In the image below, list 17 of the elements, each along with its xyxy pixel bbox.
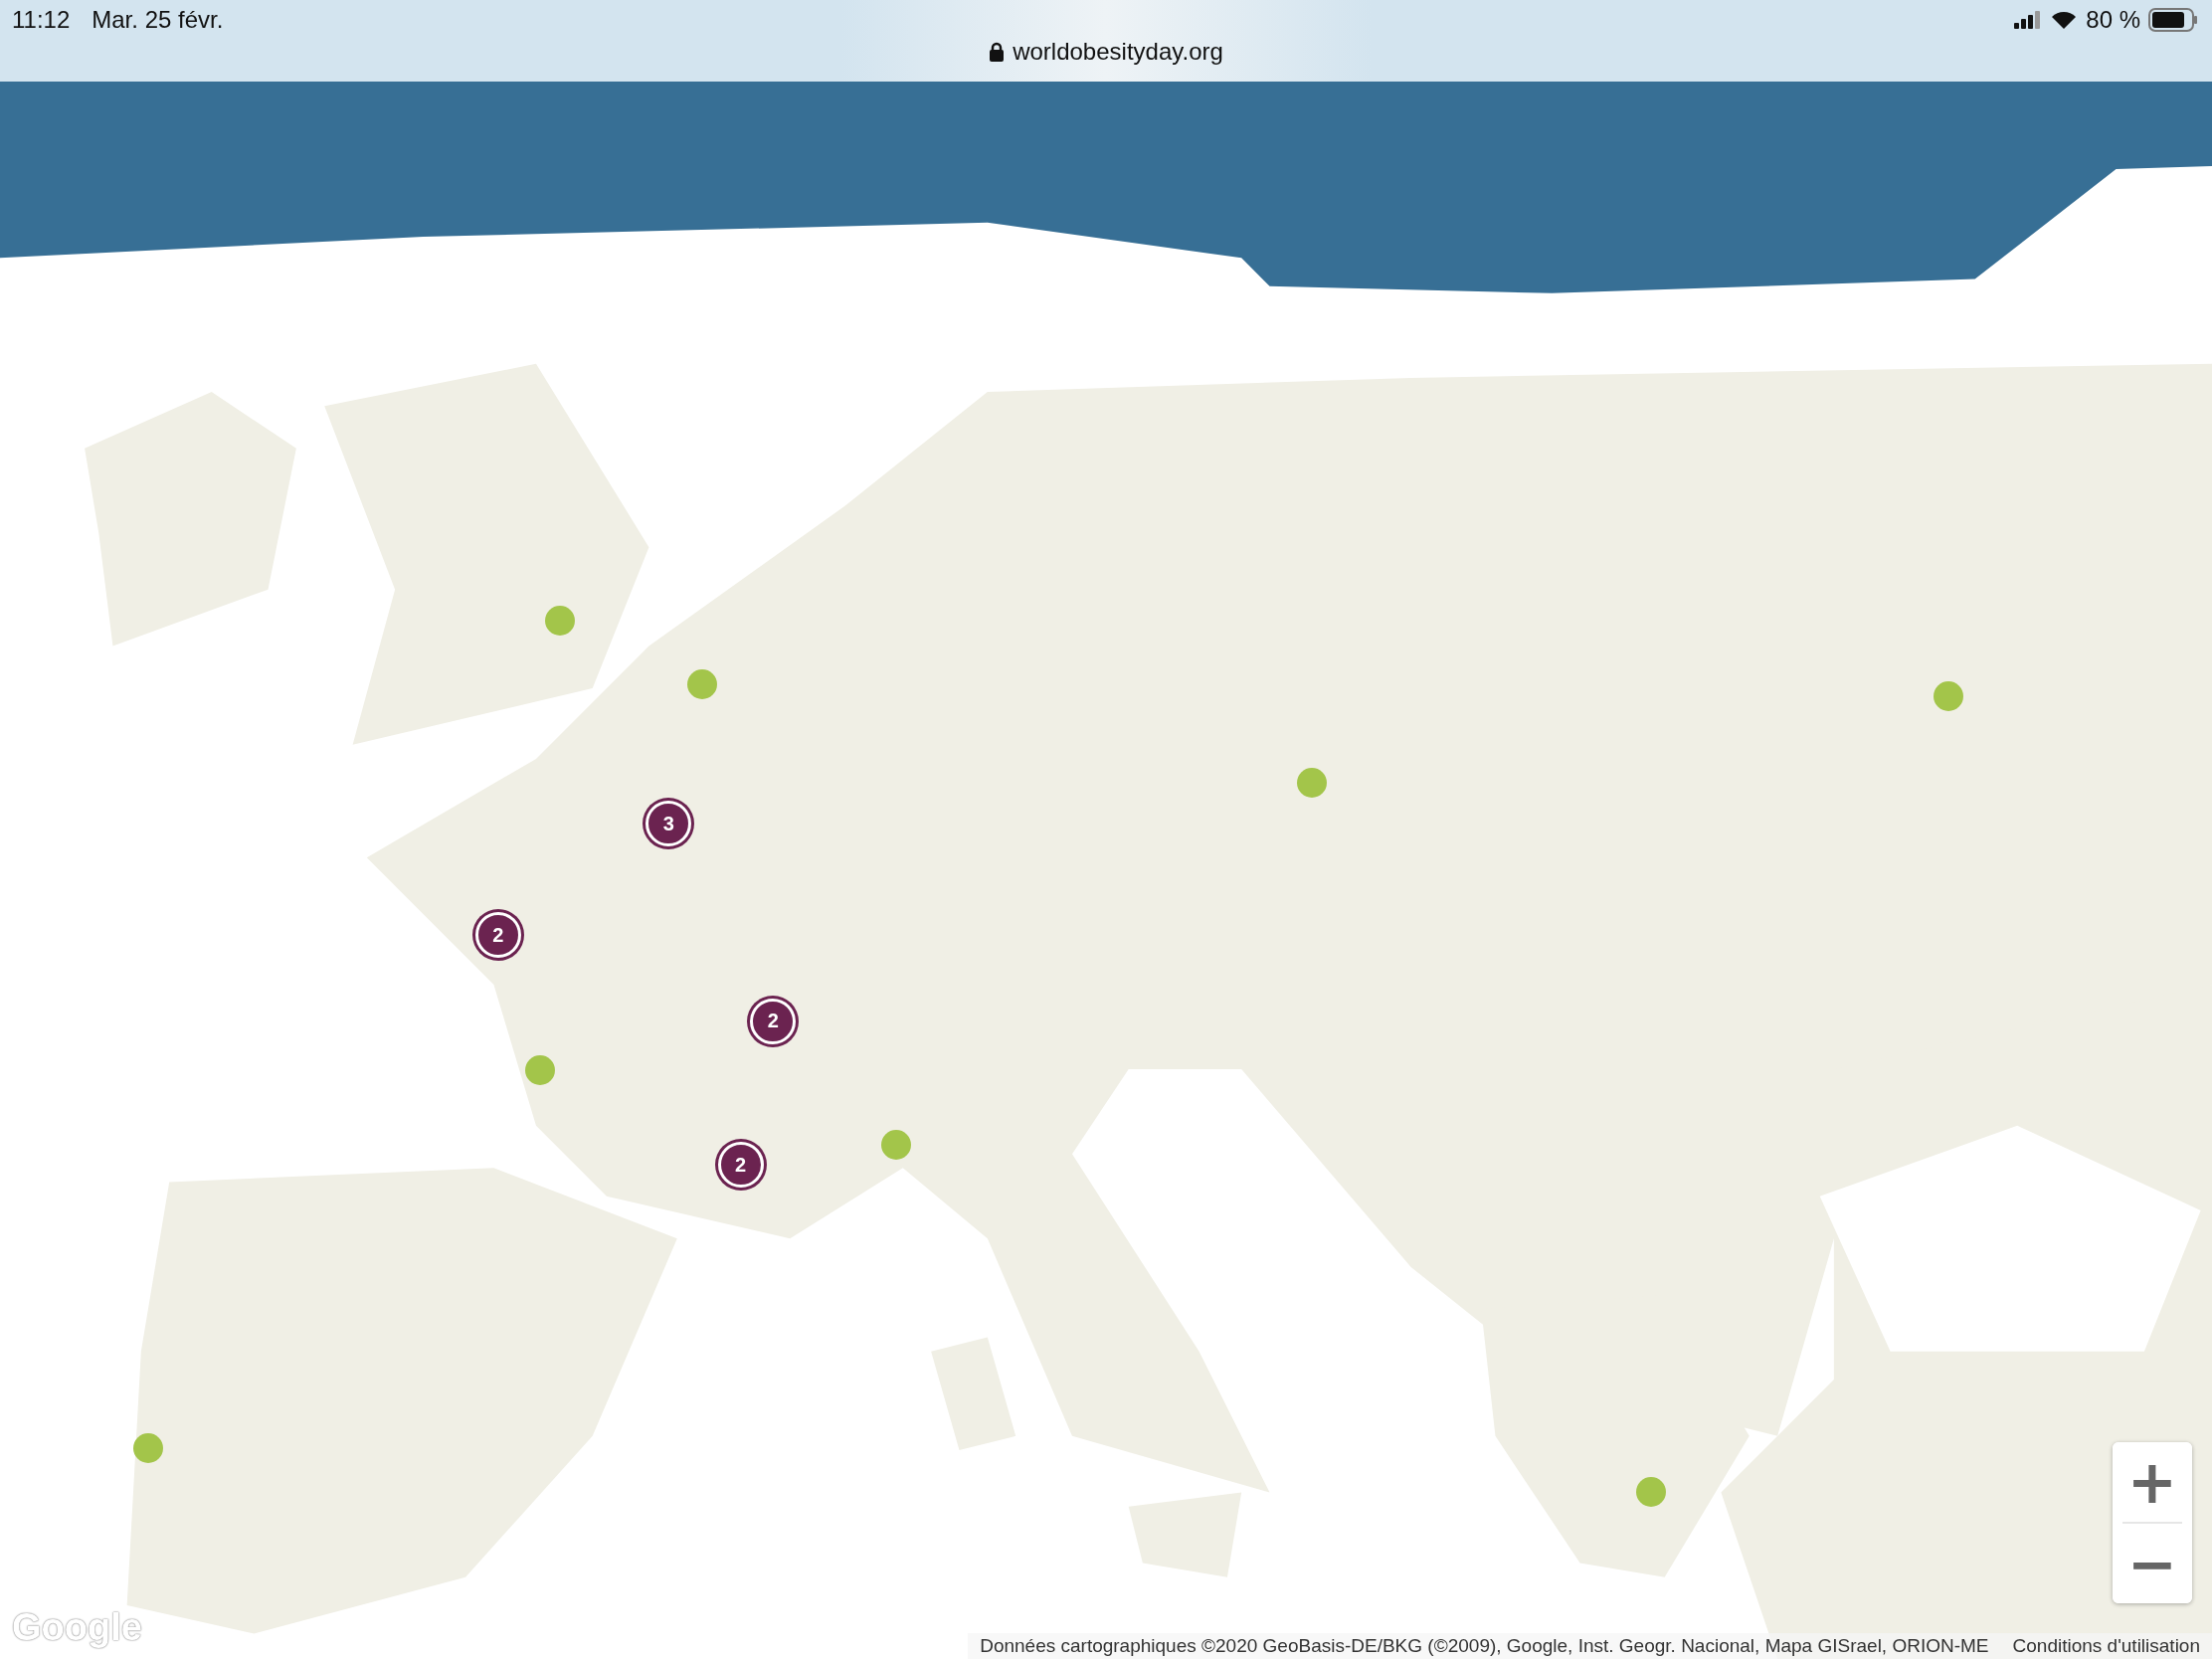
cluster-marker[interactable]: 3 — [645, 801, 692, 847]
wifi-icon — [2050, 9, 2079, 31]
date: Mar. 25 févr. — [92, 6, 224, 34]
clock: 11:12 — [12, 6, 71, 34]
zoom-out-button[interactable]: − — [2113, 1524, 2192, 1603]
map-attribution: Données cartographiques ©2020 GeoBasis-DE/BKG (©2009), Google, Inst. Geogr. Nacional, Mapa GISrael, ORION-ME — [980, 1635, 1989, 1657]
terms-link[interactable]: Conditions d'utilisation — [2012, 1635, 2200, 1657]
zoom-in-button[interactable]: + — [2113, 1442, 2192, 1522]
address-url[interactable]: worldobesityday.org — [1013, 38, 1223, 66]
cluster-marker[interactable]: 2 — [474, 912, 521, 959]
battery-percent: 80 % — [2086, 6, 2140, 34]
battery-icon — [2148, 8, 2198, 32]
cluster-marker[interactable]: 2 — [750, 998, 797, 1044]
map-logo: Google — [12, 1606, 142, 1649]
signal-icon — [2014, 11, 2043, 29]
lock-icon — [989, 42, 1006, 62]
cluster-marker[interactable]: 2 — [717, 1142, 764, 1189]
